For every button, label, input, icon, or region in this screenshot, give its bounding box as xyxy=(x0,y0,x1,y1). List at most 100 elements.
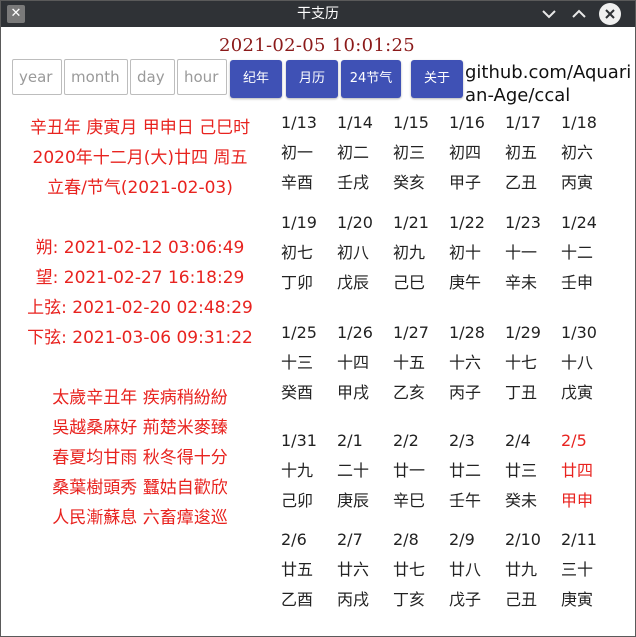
app-window: ✕ 干支历 2021-02-05 10:01:25 纪年 月历 24节气 关于 … xyxy=(0,0,636,637)
year-calendar-button[interactable]: 纪年 xyxy=(230,60,282,98)
lunar-date: 初二 xyxy=(337,143,370,162)
new-moon-text: 朔: 2021-02-12 03:06:49 xyxy=(35,238,245,258)
ganzhi-day: 庚午 xyxy=(449,273,482,292)
solar-date: 2/10 xyxy=(505,530,541,549)
ganzhi-day: 甲戌 xyxy=(337,383,370,402)
lunar-date: 初四 xyxy=(449,143,482,162)
ganzhi-day: 戊辰 xyxy=(337,273,370,292)
lunar-date: 廿九 xyxy=(505,560,538,579)
lunar-date: 廿五 xyxy=(281,560,314,579)
poem-line: 太歲辛丑年 疾病稍紛紛 xyxy=(52,388,228,408)
poem-line: 桑葉樹頭秀 蠶姑自歡欣 xyxy=(52,478,228,498)
calendar-day-cell: 2/11 三十 庚寅 xyxy=(561,530,617,620)
calendar-day-cell: 1/24 十二 壬申 xyxy=(561,213,617,303)
ganzhi-day: 戊寅 xyxy=(561,383,594,402)
calendar-day-cell: 1/17 初五 乙丑 xyxy=(505,113,561,203)
ganzhi-day: 己丑 xyxy=(505,590,538,609)
lunar-date: 廿三 xyxy=(505,461,538,480)
solar-date: 1/29 xyxy=(505,323,541,342)
solar-date: 2/9 xyxy=(449,530,475,549)
poem-line: 春夏均甘雨 秋冬得十分 xyxy=(52,448,228,468)
maximize-button[interactable] xyxy=(569,4,589,24)
ganzhi-day: 癸未 xyxy=(505,491,538,510)
month-input[interactable] xyxy=(64,59,128,95)
chevron-up-icon xyxy=(572,9,586,18)
day-input[interactable] xyxy=(130,59,175,95)
lunar-date: 十六 xyxy=(449,353,482,372)
ganzhi-day: 己巳 xyxy=(393,273,426,292)
lunar-date: 十二 xyxy=(561,243,594,262)
ganzhi-day: 己卯 xyxy=(281,491,314,510)
lunar-date: 十八 xyxy=(561,353,594,372)
ganzhi-day: 辛巳 xyxy=(393,491,426,510)
calendar-day-cell: 2/5 廿四 甲申 xyxy=(561,431,617,521)
ganzhi-day: 癸亥 xyxy=(393,173,426,192)
calendar-day-cell: 1/15 初三 癸亥 xyxy=(393,113,449,203)
calendar-day-cell: 2/9 廿八 戊子 xyxy=(449,530,505,620)
month-calendar-button[interactable]: 月历 xyxy=(286,60,338,98)
lunar-date: 廿四 xyxy=(561,461,594,480)
lunar-date: 廿二 xyxy=(449,461,482,480)
lunar-date: 十三 xyxy=(281,353,314,372)
lunar-date: 十一 xyxy=(505,243,538,262)
current-datetime: 2021-02-05 10:01:25 xyxy=(219,35,416,56)
calendar-day-cell: 2/3 廿二壬午 xyxy=(449,431,505,521)
solar-date: 2/4 xyxy=(505,431,531,450)
about-button[interactable]: 关于 xyxy=(411,60,463,98)
ganzhi-day: 乙酉 xyxy=(281,590,314,609)
solar-date: 2/2 xyxy=(393,431,419,450)
year-input[interactable] xyxy=(12,59,62,95)
lunar-date: 初十 xyxy=(449,243,482,262)
calendar-day-cell: 2/7 廿六 丙戌 xyxy=(337,530,393,620)
calendar-day-cell: 1/21 初九 己巳 xyxy=(393,213,449,303)
solar-date: 1/24 xyxy=(561,213,597,232)
lunar-date: 十九 xyxy=(281,461,314,480)
solar-date: 1/20 xyxy=(337,213,373,232)
lunar-date: 廿六 xyxy=(337,560,370,579)
lunar-date-text: 2020年十二月(大)廿四 周五 xyxy=(32,148,248,168)
close-button[interactable] xyxy=(599,3,621,25)
calendar-day-cell: 1/20 初八戊辰 xyxy=(337,213,393,303)
ganzhi-day: 乙亥 xyxy=(393,383,426,402)
solar-date: 1/18 xyxy=(561,113,597,132)
ganzhi-day: 乙丑 xyxy=(505,173,538,192)
calendar-day-cell: 1/23 十一 辛未 xyxy=(505,213,561,303)
ganzhi-day: 癸酉 xyxy=(281,383,314,402)
full-moon-text: 望: 2021-02-27 16:18:29 xyxy=(35,268,245,288)
solar-terms-button[interactable]: 24节气 xyxy=(341,60,401,98)
calendar-day-cell: 1/30 十八 戊寅 xyxy=(561,323,617,413)
calendar-day-cell: 1/14 初二壬戌 xyxy=(337,113,393,203)
solar-date: 1/14 xyxy=(337,113,373,132)
minimize-button[interactable] xyxy=(539,4,559,24)
ganzhi-day: 壬戌 xyxy=(337,173,370,192)
solar-date: 1/22 xyxy=(449,213,485,232)
lunar-date: 十四 xyxy=(337,353,370,372)
calendar-day-cell: 2/6 廿五乙酉 xyxy=(281,530,337,620)
solar-date: 2/3 xyxy=(449,431,475,450)
ganzhi-day: 戊子 xyxy=(449,590,482,609)
calendar-day-cell: 1/19 初七 丁卯 xyxy=(281,213,337,303)
solar-date: 1/26 xyxy=(337,323,373,342)
lunar-date: 初八 xyxy=(337,243,370,262)
calendar-day-cell: 2/1 二十 庚辰 xyxy=(337,431,393,521)
solar-date: 1/15 xyxy=(393,113,429,132)
calendar-day-cell: 2/4 廿三癸未 xyxy=(505,431,561,521)
ganzhi-day: 壬午 xyxy=(449,491,482,510)
calendar-day-cell: 2/8 廿七 丁亥 xyxy=(393,530,449,620)
first-quarter-text: 上弦: 2021-02-20 02:48:29 xyxy=(27,298,253,318)
github-link[interactable]: github.com/Aquarian-Age/ccal xyxy=(465,61,635,107)
ganzhi-day: 庚寅 xyxy=(561,590,594,609)
calendar-day-cell: 1/31 十九 己卯 xyxy=(281,431,337,521)
calendar-day-cell: 1/16 初四 甲子 xyxy=(449,113,505,203)
calendar-day-cell: 2/2 廿一 辛巳 xyxy=(393,431,449,521)
solar-date: 2/7 xyxy=(337,530,363,549)
solar-date: 2/6 xyxy=(281,530,307,549)
calendar-day-cell: 1/13 初一 辛酉 xyxy=(281,113,337,203)
hour-input[interactable] xyxy=(177,59,227,95)
solar-date: 2/11 xyxy=(561,530,597,549)
ganzhi-day: 丁卯 xyxy=(281,273,314,292)
calendar-day-cell: 1/28 十六 丙子 xyxy=(449,323,505,413)
solar-term-text: 立春/节气(2021-02-03) xyxy=(47,178,233,198)
ganzhi-day: 丁丑 xyxy=(505,383,538,402)
solar-date: 2/5 xyxy=(561,431,587,450)
